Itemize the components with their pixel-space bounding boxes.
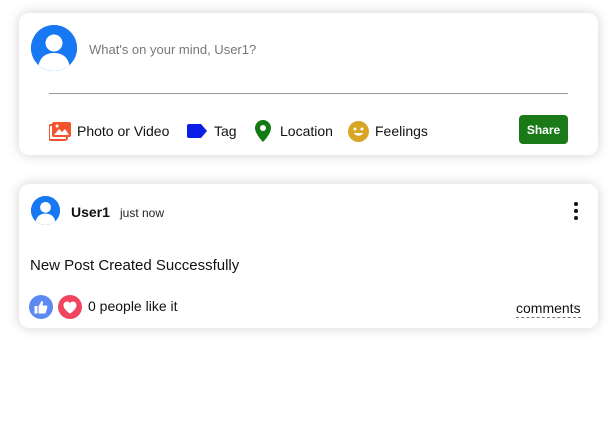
location-option[interactable]: Location	[252, 120, 333, 142]
more-options-icon[interactable]	[569, 201, 583, 221]
tag-option[interactable]: Tag	[186, 120, 237, 142]
smiley-icon	[347, 120, 369, 142]
post-timestamp: just now	[120, 206, 165, 220]
photo-video-option[interactable]: Photo or Video	[49, 120, 169, 142]
share-button[interactable]: Share	[519, 115, 568, 144]
user-avatar-icon	[31, 25, 77, 71]
post-text: New Post Created Successfully	[30, 257, 240, 274]
comments-link[interactable]: comments	[516, 300, 581, 318]
avatar[interactable]	[31, 196, 60, 225]
photo-icon	[49, 120, 71, 142]
avatar[interactable]	[31, 25, 77, 71]
divider	[49, 93, 568, 94]
like-count: 0 people like it	[88, 298, 178, 314]
photo-video-label: Photo or Video	[77, 123, 170, 139]
location-pin-icon	[252, 120, 274, 142]
feelings-label: Feelings	[375, 123, 428, 139]
feelings-option[interactable]: Feelings	[347, 120, 428, 142]
tag-label: Tag	[214, 123, 237, 139]
tag-icon	[186, 120, 208, 142]
share-card: Photo or Video Tag Location Feel	[19, 13, 598, 155]
post-input[interactable]	[89, 39, 559, 59]
location-label: Location	[280, 123, 333, 139]
like-icon[interactable]	[29, 295, 53, 319]
heart-icon[interactable]	[58, 295, 82, 319]
post-card: User1 just now New Post Created Successf…	[19, 184, 598, 328]
post-username[interactable]: User1	[71, 204, 110, 220]
user-avatar-icon	[31, 196, 60, 225]
